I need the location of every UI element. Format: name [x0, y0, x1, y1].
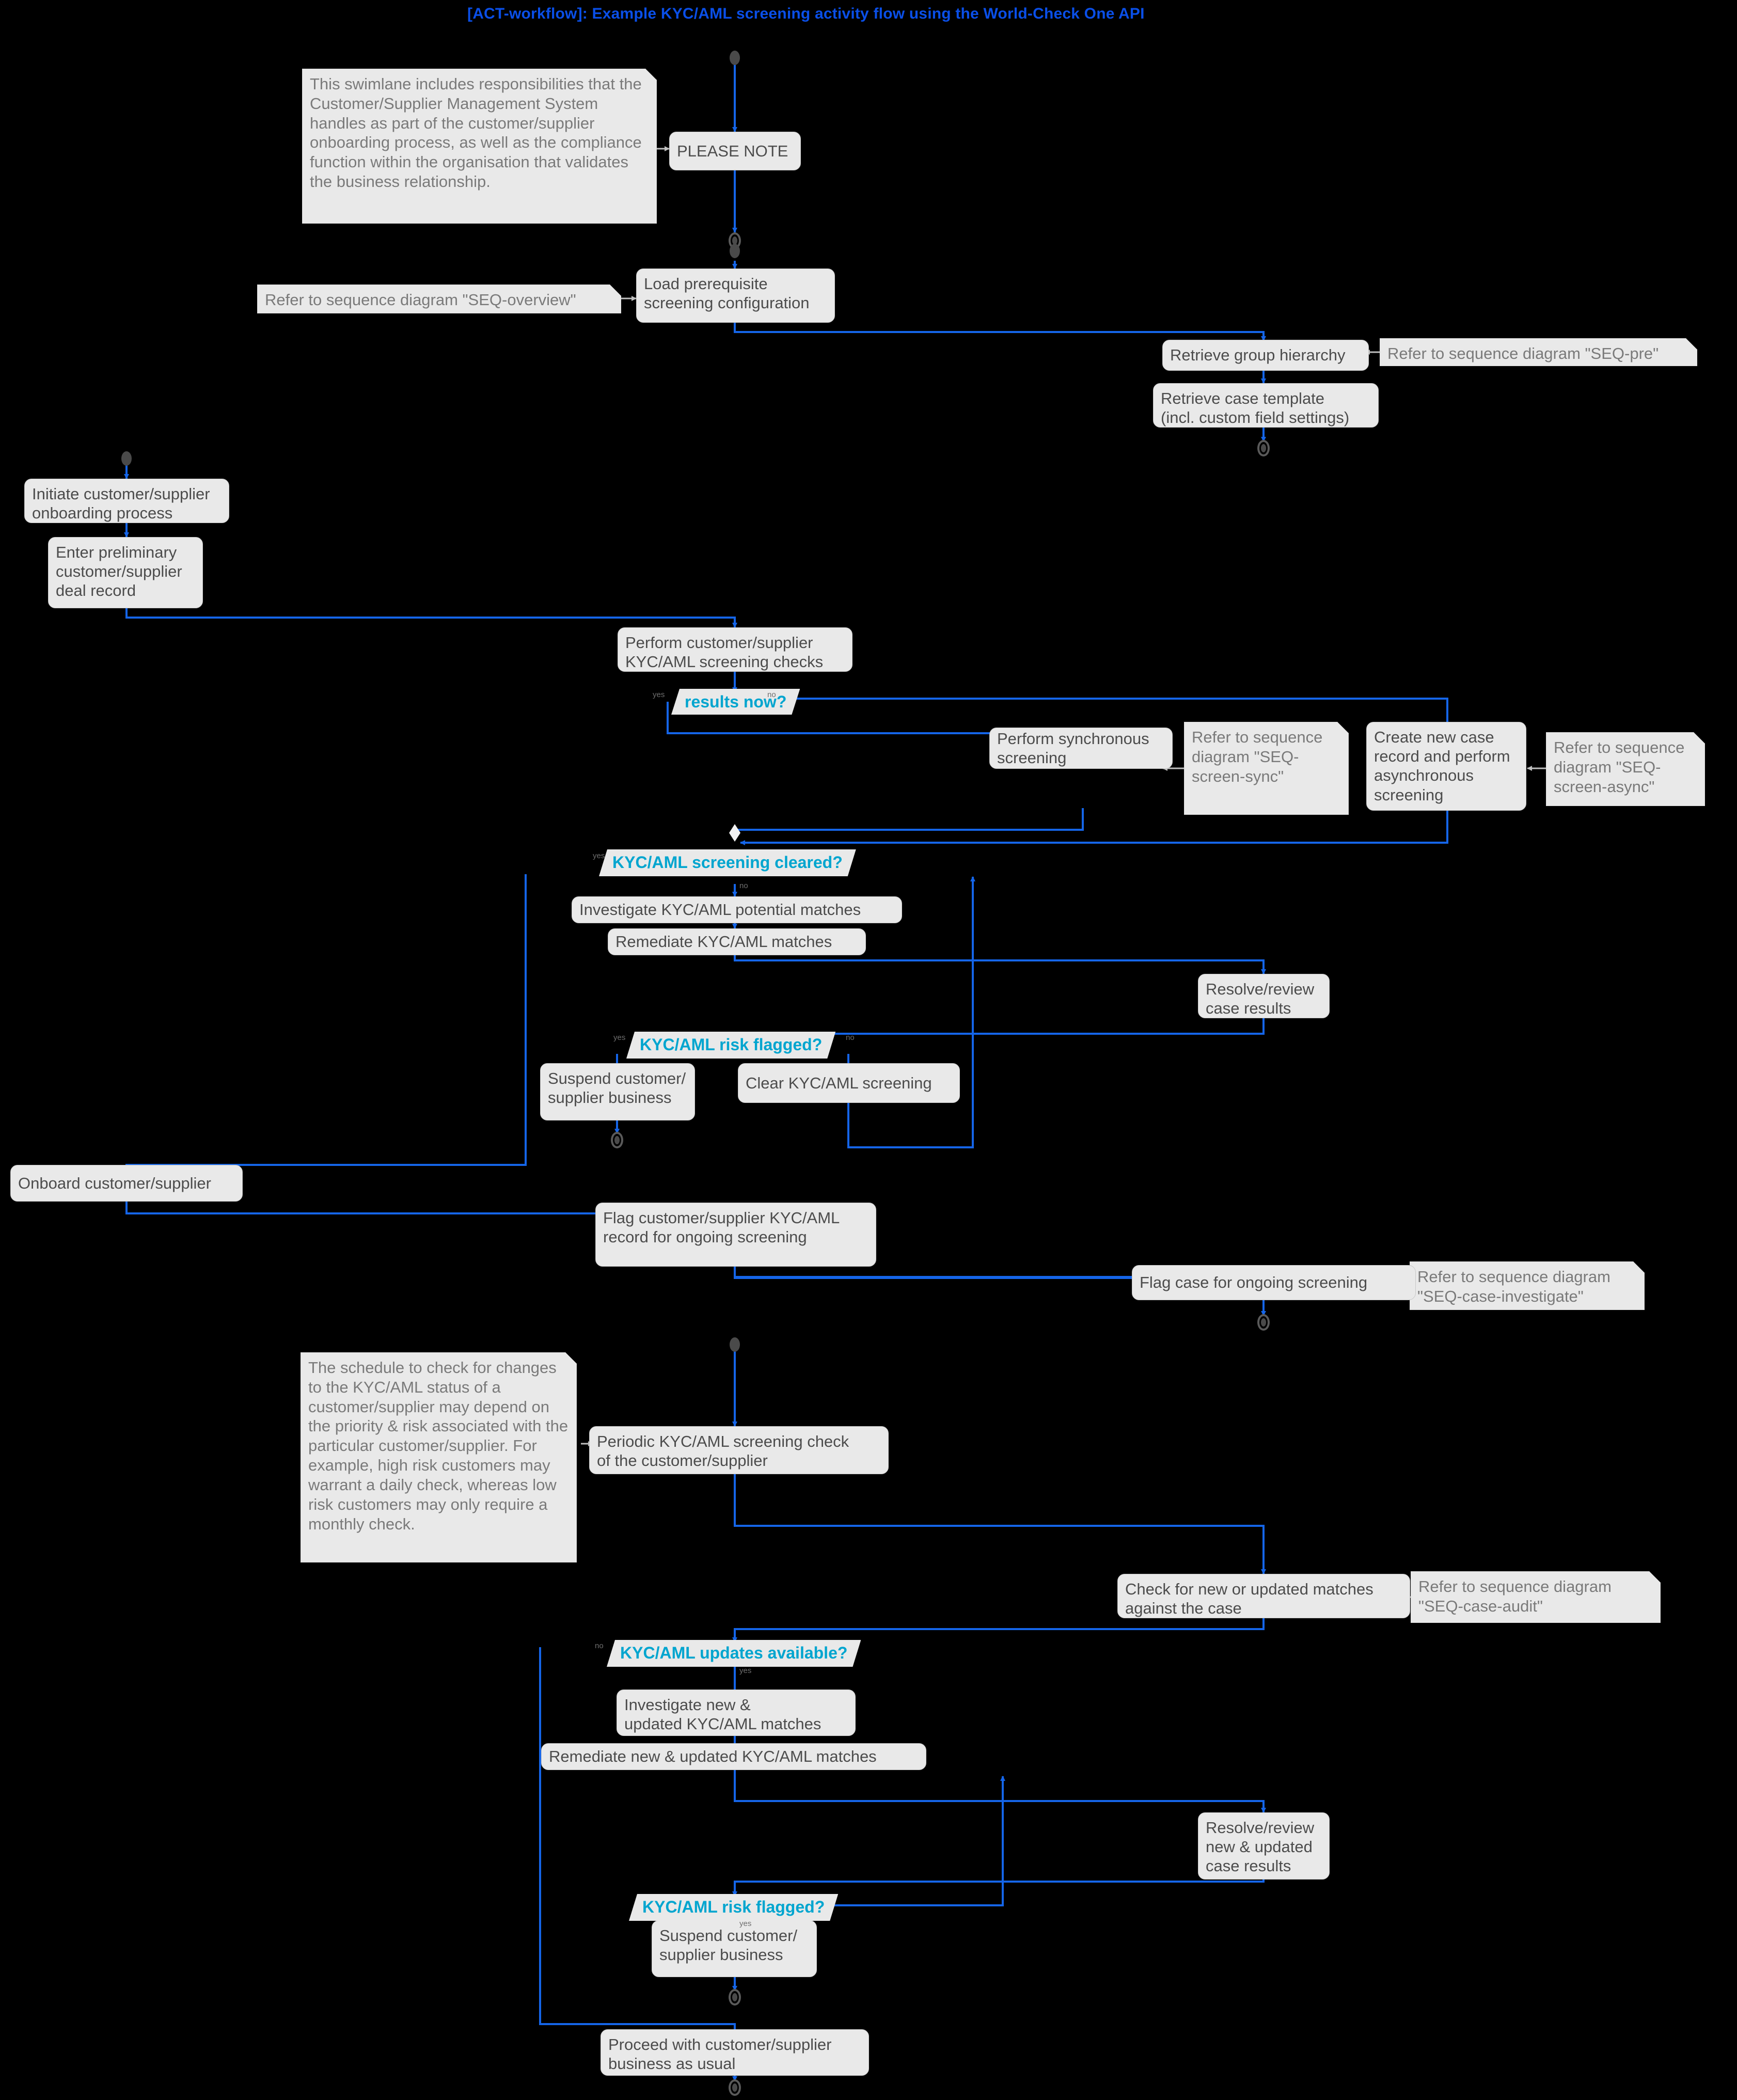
start-node-after-note: [730, 244, 740, 258]
activity-resolve-review-new-case-results[interactable]: Resolve/review new & updated case result…: [1198, 1812, 1330, 1880]
activity-please-note[interactable]: PLEASE NOTE: [669, 132, 801, 170]
edge-label-results-now-yes: yes: [653, 690, 665, 699]
note-seq-screen-async: Refer to sequence diagram "SEQ-screen-as…: [1546, 732, 1705, 806]
activity-diagram-canvas: [ACT-workflow]: Example KYC/AML screenin…: [0, 0, 1737, 2100]
note-seq-pre: Refer to sequence diagram "SEQ-pre": [1380, 338, 1697, 366]
edge-label-results-now-no: no: [767, 690, 776, 699]
note-seq-case-audit: Refer to sequence diagram "SEQ-case-audi…: [1411, 1571, 1661, 1623]
connector-layer: [124, 63, 1546, 2081]
start-node-top: [730, 51, 740, 65]
activity-investigate-potential-matches[interactable]: Investigate KYC/AML potential matches: [572, 896, 902, 923]
start-node-periodic: [730, 1337, 740, 1352]
activity-proceed-business-as-usual[interactable]: Proceed with customer/supplier business …: [601, 2029, 869, 2076]
note-seq-overview: Refer to sequence diagram "SEQ-overview": [257, 285, 621, 313]
start-node-onboarding: [121, 451, 132, 466]
activity-enter-preliminary-deal-record[interactable]: Enter preliminary customer/supplier deal…: [48, 537, 203, 608]
edge-label-screening-cleared-yes: yes: [593, 851, 605, 860]
page-title: [ACT-workflow]: Example KYC/AML screenin…: [467, 5, 1145, 22]
activity-check-new-updated-matches[interactable]: Check for new or updated matches against…: [1117, 1574, 1410, 1618]
activity-retrieve-case-template[interactable]: Retrieve case template (incl. custom fie…: [1153, 383, 1379, 428]
decision-risk-flagged-2[interactable]: KYC/AML risk flagged?: [629, 1894, 838, 1921]
note-swimlane-responsibilities: This swimlane includes responsibilities …: [302, 69, 657, 224]
activity-suspend-business-1[interactable]: Suspend customer/ supplier business: [540, 1063, 695, 1120]
activity-perform-kyc-aml-screening-checks[interactable]: Perform customer/supplier KYC/AML screen…: [618, 627, 852, 672]
activity-onboard-customer-supplier[interactable]: Onboard customer/supplier: [10, 1165, 243, 1202]
note-seq-screen-sync: Refer to sequence diagram "SEQ-screen-sy…: [1184, 722, 1349, 815]
edge-label-updates-available-no: no: [595, 1641, 604, 1650]
activity-flag-case-ongoing-screening[interactable]: Flag case for ongoing screening: [1132, 1265, 1416, 1300]
edge-label-risk-flagged-1-no: no: [846, 1033, 855, 1042]
activity-create-case-async-screening[interactable]: Create new case record and perform async…: [1366, 722, 1526, 811]
decision-screening-cleared[interactable]: KYC/AML screening cleared?: [599, 849, 856, 876]
end-node-flag-case: [1257, 1314, 1270, 1331]
end-node-proceed: [729, 2079, 741, 2096]
activity-suspend-business-2[interactable]: Suspend customer/ supplier business: [652, 1920, 817, 1977]
end-node-retrieve-template: [1257, 440, 1270, 456]
activity-flag-record-ongoing-screening[interactable]: Flag customer/supplier KYC/AML record fo…: [595, 1203, 876, 1267]
decision-results-now[interactable]: results now?: [671, 689, 800, 715]
end-node-suspend-2: [729, 1989, 741, 2006]
activity-remediate-new-updated-matches[interactable]: Remediate new & updated KYC/AML matches: [541, 1743, 926, 1770]
activity-load-prerequisite-config[interactable]: Load prerequisite screening configuratio…: [636, 269, 835, 323]
activity-investigate-new-updated-matches[interactable]: Investigate new & updated KYC/AML matche…: [617, 1690, 856, 1736]
decision-risk-flagged-1[interactable]: KYC/AML risk flagged?: [626, 1032, 835, 1059]
activity-periodic-screening-check[interactable]: Periodic KYC/AML screening check of the …: [589, 1426, 889, 1474]
decision-updates-available[interactable]: KYC/AML updates available?: [607, 1640, 861, 1667]
edge-label-screening-cleared-no: no: [739, 881, 748, 890]
activity-remediate-matches[interactable]: Remediate KYC/AML matches: [608, 928, 866, 955]
note-seq-case-investigate: Refer to sequence diagram "SEQ-case-inve…: [1410, 1261, 1645, 1310]
edge-label-risk-flagged-1-yes: yes: [613, 1033, 626, 1042]
activity-resolve-review-case-results[interactable]: Resolve/review case results: [1198, 974, 1330, 1018]
activity-retrieve-group-hierarchy[interactable]: Retrieve group hierarchy: [1162, 340, 1369, 371]
end-node-suspend-1: [611, 1132, 623, 1148]
edge-label-updates-available-yes: yes: [739, 1666, 752, 1675]
edge-label-risk-flagged-2-yes: yes: [739, 1919, 752, 1928]
note-schedule: The schedule to check for changes to the…: [301, 1352, 577, 1562]
activity-perform-synchronous-screening[interactable]: Perform synchronous screening: [989, 728, 1173, 769]
activity-clear-kyc-aml-screening[interactable]: Clear KYC/AML screening: [738, 1063, 960, 1103]
activity-initiate-onboarding[interactable]: Initiate customer/supplier onboarding pr…: [24, 479, 229, 523]
